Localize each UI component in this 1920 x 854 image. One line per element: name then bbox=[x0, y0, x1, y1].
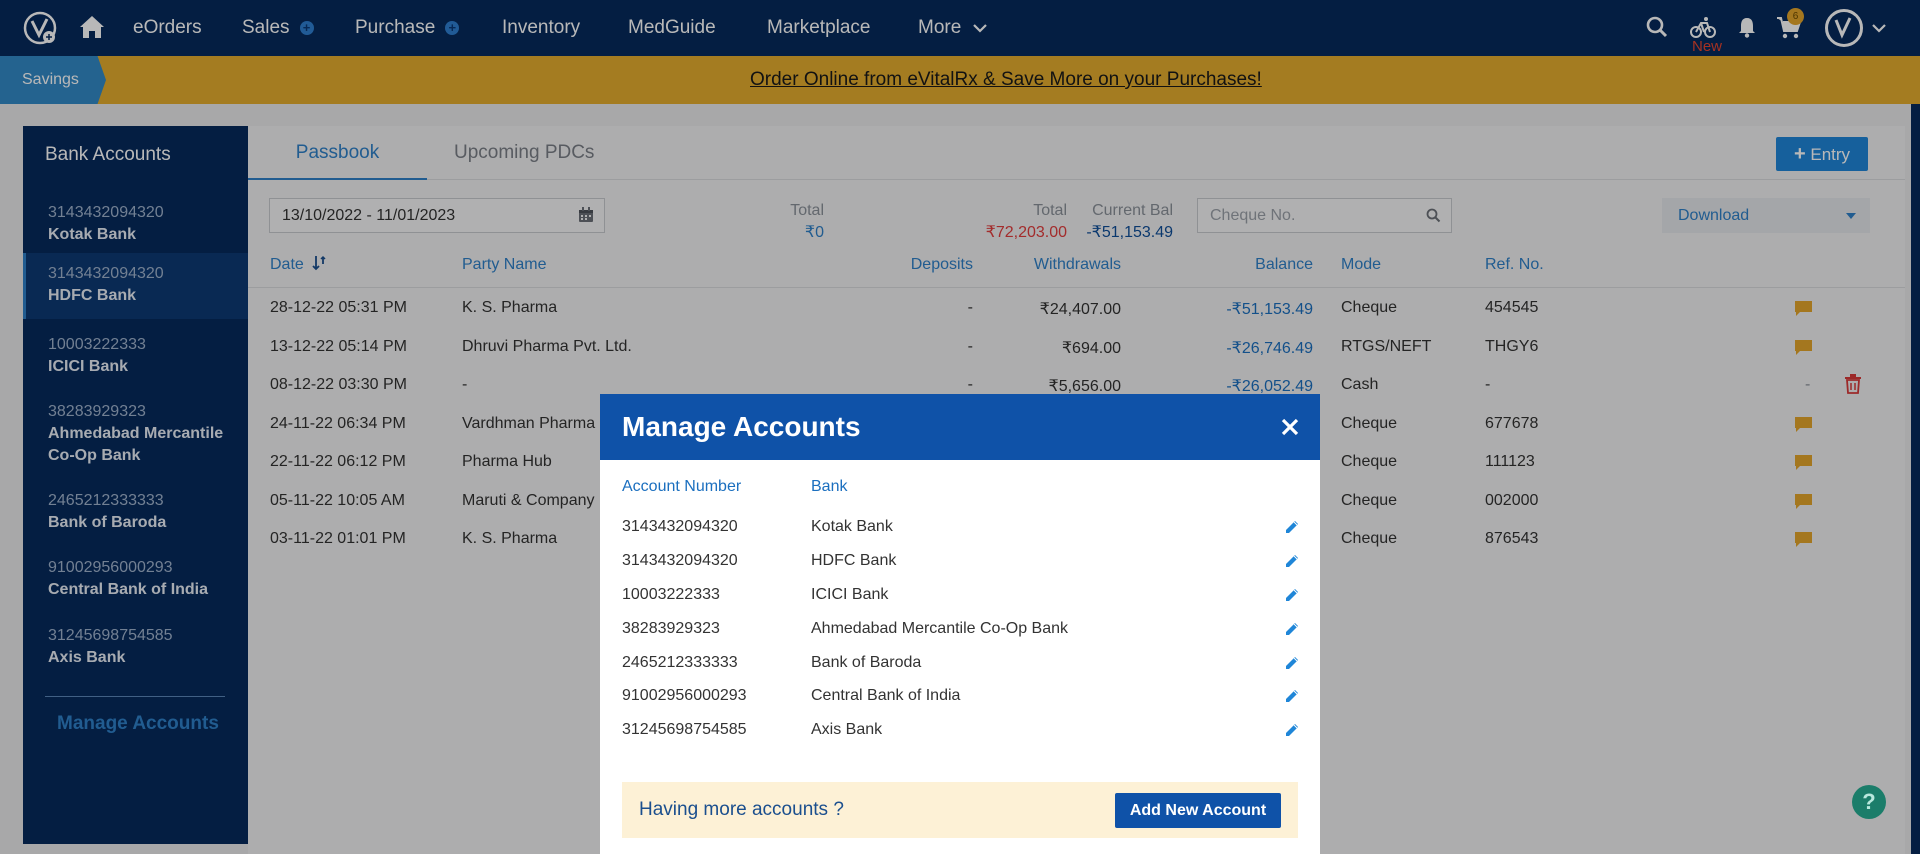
more-accounts-text: Having more accounts ? bbox=[639, 799, 844, 820]
edit-icon[interactable] bbox=[1284, 519, 1300, 535]
col-account-number: Account Number bbox=[622, 478, 742, 495]
modal-header: Manage Accounts bbox=[600, 394, 1320, 460]
account-number: 2465212333333 bbox=[622, 654, 738, 671]
edit-icon[interactable] bbox=[1284, 688, 1300, 704]
account-number: 38283929323 bbox=[622, 620, 720, 637]
col-bank: Bank bbox=[811, 478, 848, 495]
help-button[interactable]: ? bbox=[1852, 785, 1886, 819]
edit-icon[interactable] bbox=[1284, 587, 1300, 603]
edit-icon[interactable] bbox=[1284, 655, 1300, 671]
edit-icon[interactable] bbox=[1284, 553, 1300, 569]
close-icon[interactable] bbox=[1280, 417, 1300, 437]
bank-name: Axis Bank bbox=[811, 721, 883, 738]
account-number: 10003222333 bbox=[622, 586, 720, 603]
bank-name: HDFC Bank bbox=[811, 552, 897, 569]
manage-accounts-modal: Manage Accounts Account Number Bank 3143… bbox=[600, 394, 1320, 854]
bank-name: ICICI Bank bbox=[811, 586, 889, 603]
bank-name: Bank of Baroda bbox=[811, 654, 922, 671]
more-accounts-panel: Having more accounts ? Add New Account bbox=[622, 782, 1298, 838]
bank-name: Kotak Bank bbox=[811, 518, 893, 535]
account-number: 3143432094320 bbox=[622, 552, 738, 569]
account-number: 91002956000293 bbox=[622, 687, 747, 704]
account-number: 31245698754585 bbox=[622, 721, 747, 738]
account-number: 3143432094320 bbox=[622, 518, 738, 535]
add-new-account-button[interactable]: Add New Account bbox=[1115, 793, 1281, 828]
edit-icon[interactable] bbox=[1284, 722, 1300, 738]
bank-name: Ahmedabad Mercantile Co-Op Bank bbox=[811, 620, 1069, 637]
bank-name: Central Bank of India bbox=[811, 687, 961, 704]
edit-icon[interactable] bbox=[1284, 621, 1300, 637]
modal-title: Manage Accounts bbox=[622, 411, 861, 442]
